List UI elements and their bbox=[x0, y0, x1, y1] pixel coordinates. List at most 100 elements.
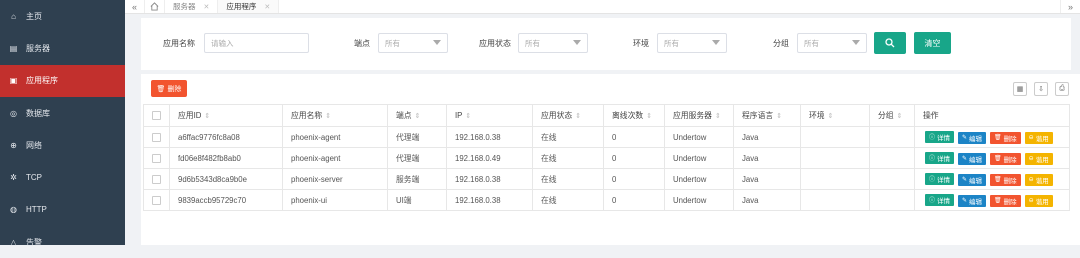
edit-button[interactable]: ✎ 编辑 bbox=[958, 152, 987, 165]
home-icon: ⌂ bbox=[11, 11, 16, 21]
row-select-cell bbox=[143, 168, 170, 190]
cell-app-id: 9d6b5343d8ca9b0e bbox=[169, 168, 283, 190]
disable-button[interactable]: ⊖ 谐用 bbox=[1024, 152, 1053, 165]
print-icon[interactable]: ⎙ bbox=[1055, 82, 1069, 96]
sort-icon[interactable]: ⇕ bbox=[465, 113, 471, 120]
delete-button-label: 删除 bbox=[1003, 135, 1017, 143]
group-select[interactable]: 所有 bbox=[797, 33, 867, 53]
col-status[interactable]: 应用状态 ⇕ bbox=[532, 104, 604, 127]
sidebar-item[interactable]: ⊕ 网络 bbox=[0, 129, 125, 161]
endpoint-label: 端点 bbox=[354, 39, 370, 48]
sidebar-item[interactable]: ✲ TCP bbox=[0, 161, 125, 193]
sidebar-item-label: 主页 bbox=[26, 11, 42, 21]
row-checkbox[interactable] bbox=[152, 174, 161, 184]
sort-icon[interactable]: ⇕ bbox=[325, 113, 331, 120]
col-language[interactable]: 程序语言 ⇕ bbox=[733, 104, 801, 127]
pencil-icon: ✎ bbox=[962, 177, 968, 183]
search-button[interactable] bbox=[874, 32, 906, 54]
delete-button[interactable]: 🗑 删除 bbox=[990, 131, 1021, 144]
detail-button[interactable]: ⓘ 详情 bbox=[925, 151, 955, 164]
delete-button[interactable]: 🗑 删除 bbox=[990, 173, 1021, 186]
row-select-cell bbox=[143, 189, 170, 211]
sidebar-item-label: 数据库 bbox=[26, 108, 50, 118]
close-icon[interactable]: ✕ bbox=[264, 3, 270, 11]
table-panel: 🗑 删除 ▦ ⇩ ⎙ 应用ID ⇕ 应用名称 ⇕ 端点 ⇕ IP ⇕ 应用状态 ⇕ 离线次数… bbox=[141, 74, 1080, 245]
close-icon[interactable]: ✕ bbox=[204, 3, 210, 11]
col-app-id[interactable]: 应用ID ⇕ bbox=[169, 104, 283, 127]
col-env[interactable]: 环境 ⇕ bbox=[800, 104, 870, 127]
detail-button[interactable]: ⓘ 详情 bbox=[925, 172, 955, 185]
sidebar-item[interactable]: ◎ 数据库 bbox=[0, 97, 125, 129]
col-group[interactable]: 分组 ⇕ bbox=[869, 104, 915, 127]
database-icon: ◎ bbox=[10, 108, 17, 118]
sort-icon[interactable]: ⇕ bbox=[415, 113, 421, 120]
col-app-server[interactable]: 应用服务器 ⇕ bbox=[664, 104, 734, 127]
sort-icon[interactable]: ⇕ bbox=[828, 113, 834, 120]
cell-group bbox=[869, 126, 915, 148]
app-name-input[interactable]: 请输入 bbox=[204, 33, 309, 53]
row-checkbox[interactable] bbox=[152, 195, 161, 205]
row-checkbox[interactable] bbox=[152, 132, 161, 142]
tab-server[interactable]: 服务器 ✕ bbox=[165, 0, 219, 13]
info-icon: ⓘ bbox=[929, 198, 936, 204]
table-row[interactable]: 9d6b5343d8ca9b0e phoenix-server 服务端 192.168… bbox=[143, 168, 1070, 190]
disable-button[interactable]: ⊖ 谐用 bbox=[1024, 131, 1053, 144]
sort-icon[interactable]: ⇕ bbox=[897, 113, 903, 120]
row-actions: ⓘ 详情 ✎ 编辑 🗑 删除 ⊖ 谐用 bbox=[914, 147, 1070, 169]
env-select[interactable]: 所有 bbox=[657, 33, 727, 53]
bell-icon: △ bbox=[10, 237, 17, 247]
status-select[interactable]: 所有 bbox=[518, 33, 588, 53]
disable-button[interactable]: ⊖ 谐用 bbox=[1024, 173, 1053, 186]
sidebar-item[interactable]: ▣ 应用程序 bbox=[0, 64, 125, 97]
table-row[interactable]: a6ffac9776fc8a08 phoenix-agent 代理端 192.168.… bbox=[143, 126, 1070, 148]
clear-button[interactable]: 清空 bbox=[914, 32, 951, 54]
scroll-left-icon[interactable]: « bbox=[125, 0, 145, 13]
header-label: 环境 bbox=[809, 111, 825, 120]
sidebar-item[interactable]: ▤ 服务器 bbox=[0, 32, 125, 64]
sidebar-item[interactable]: ◍ HTTP bbox=[0, 194, 125, 226]
header-label: 程序语言 bbox=[742, 111, 774, 120]
search-icon bbox=[885, 38, 895, 48]
cell-endpoint: 代理端 bbox=[387, 147, 447, 169]
col-offline-count[interactable]: 离线次数 ⇕ bbox=[603, 104, 665, 127]
detail-button[interactable]: ⓘ 详情 bbox=[925, 193, 955, 206]
sort-icon[interactable]: ⇕ bbox=[715, 113, 721, 120]
sort-icon[interactable]: ⇕ bbox=[776, 113, 782, 120]
row-checkbox[interactable] bbox=[152, 153, 161, 163]
endpoint-value: 所有 bbox=[385, 38, 400, 48]
sort-icon[interactable]: ⇕ bbox=[575, 113, 581, 120]
home-tab-icon[interactable] bbox=[145, 0, 165, 13]
export-icon[interactable]: ⇩ bbox=[1034, 82, 1048, 96]
edit-button[interactable]: ✎ 编辑 bbox=[958, 131, 987, 144]
sort-icon[interactable]: ⇕ bbox=[204, 113, 210, 120]
sidebar-item[interactable]: ⌂ 主页 bbox=[0, 0, 125, 32]
delete-button[interactable]: 🗑 删除 bbox=[990, 152, 1021, 165]
app-icon: ▣ bbox=[9, 76, 18, 86]
sidebar-item-label: 服务器 bbox=[26, 43, 50, 53]
edit-button[interactable]: ✎ 编辑 bbox=[958, 173, 987, 186]
endpoint-select[interactable]: 所有 bbox=[378, 33, 448, 53]
tab-application[interactable]: 应用程序 ✕ bbox=[218, 0, 280, 13]
sidebar-item[interactable]: △ 告警 bbox=[0, 226, 125, 258]
edit-button[interactable]: ✎ 编辑 bbox=[958, 194, 987, 207]
trash-icon: 🗑 bbox=[994, 198, 1002, 204]
disable-button[interactable]: ⊖ 谐用 bbox=[1024, 194, 1053, 207]
col-app-name[interactable]: 应用名称 ⇕ bbox=[282, 104, 388, 127]
table-row[interactable]: fd06e8f482fb8ab0 phoenix-agent 代理端 192.168.… bbox=[143, 147, 1070, 169]
cell-endpoint: 代理端 bbox=[387, 126, 447, 148]
table-row[interactable]: 9839accb95729c70 phoenix-ui UI端 192.168.0.3… bbox=[143, 189, 1070, 211]
col-endpoint[interactable]: 端点 ⇕ bbox=[387, 104, 447, 127]
select-all-checkbox[interactable] bbox=[152, 111, 161, 121]
columns-icon[interactable]: ▦ bbox=[1013, 82, 1027, 96]
scroll-right-icon[interactable]: » bbox=[1060, 0, 1080, 13]
delete-button-label: 删除 bbox=[1003, 156, 1017, 164]
pencil-icon: ✎ bbox=[962, 198, 968, 204]
delete-button[interactable]: 🗑 删除 bbox=[990, 194, 1021, 207]
tab-label: 服务器 bbox=[173, 2, 196, 11]
sort-icon[interactable]: ⇕ bbox=[646, 113, 652, 120]
detail-button[interactable]: ⓘ 详情 bbox=[925, 130, 955, 143]
sidebar-item-label: HTTP bbox=[26, 205, 47, 215]
cell-offline-count: 0 bbox=[603, 126, 665, 148]
batch-delete-button[interactable]: 🗑 删除 bbox=[151, 80, 187, 97]
col-ip[interactable]: IP ⇕ bbox=[446, 104, 533, 127]
